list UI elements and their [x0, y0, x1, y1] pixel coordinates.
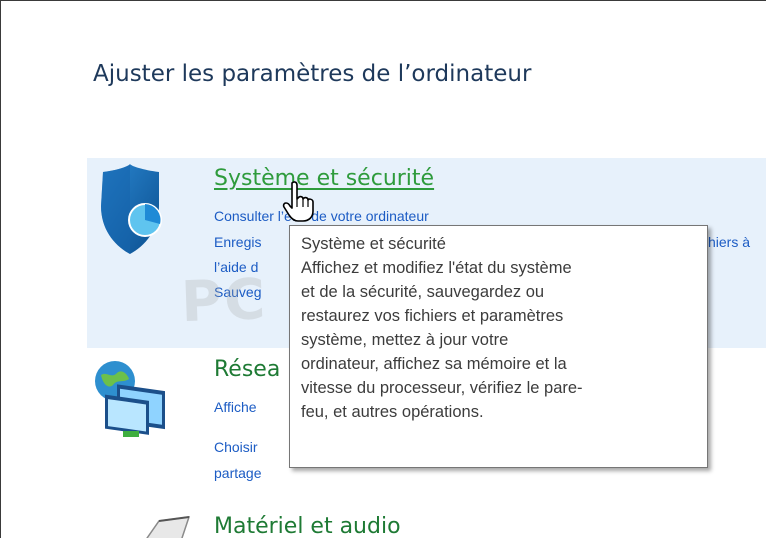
printer-icon [146, 516, 191, 538]
tooltip-line: ordinateur, affichez sa mémoire et la [301, 355, 567, 373]
tooltip-line: Affichez et modifiez l'état du système [301, 259, 572, 277]
tooltip-line: feu, et autres opérations. [301, 403, 484, 421]
page-title: Ajuster les paramètres de l’ordinateur [93, 61, 532, 87]
link-network-2-truncated[interactable]: Choisir [214, 439, 258, 455]
tooltip-line: système, mettez à jour votre [301, 331, 509, 349]
link-network-3-truncated[interactable]: partage [214, 465, 261, 481]
link-backup-truncated[interactable]: Enregis [214, 234, 261, 250]
hand-cursor-icon [282, 181, 314, 222]
tooltip-system-security: Système et sécurité Affichez et modifiez… [289, 225, 708, 468]
tooltip-line: Système et sécurité [301, 235, 446, 253]
shield-icon [101, 164, 162, 254]
category-title-hardware[interactable]: Matériel et audio [214, 514, 401, 538]
category-title-system-security[interactable]: Système et sécurité [214, 166, 434, 191]
network-icon [95, 361, 165, 437]
link-network-1-truncated[interactable]: Affiche [214, 399, 257, 415]
control-panel-window: Ajuster les paramètres de l’ordinateur S… [0, 0, 766, 538]
tooltip-line: restaurez vos fichiers et paramètres [301, 307, 564, 325]
category-title-network[interactable]: Résea [214, 357, 280, 382]
link-check-computer-status[interactable]: Consulter l’état de votre ordinateur [214, 208, 429, 224]
tooltip-line: vitesse du processeur, vérifiez le pare- [301, 379, 583, 397]
tooltip-line: et de la sécurité, sauvegardez ou [301, 283, 545, 301]
link-backup-fragment[interactable]: hiers à [708, 234, 750, 250]
